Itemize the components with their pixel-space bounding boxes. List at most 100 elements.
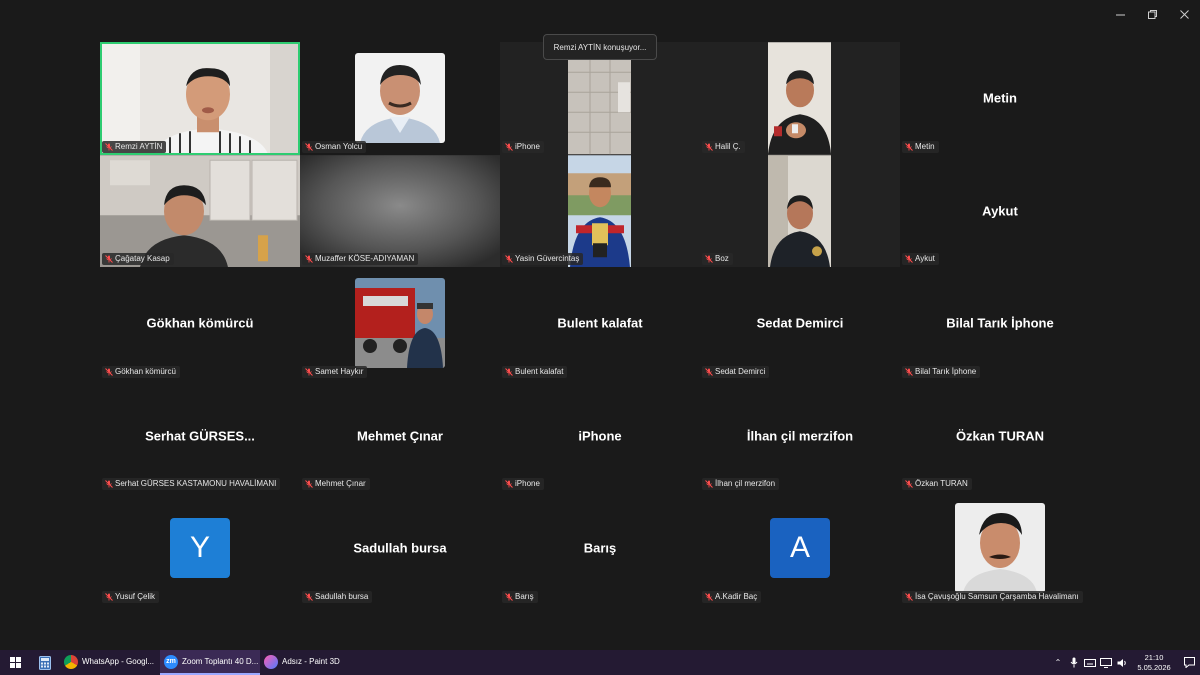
participant-name-text: A.Kadir Baç [715, 591, 758, 601]
muted-microphone-icon [905, 255, 913, 263]
participant-video [500, 154, 700, 267]
muted-microphone-icon [305, 367, 313, 376]
muted-microphone-icon [705, 480, 713, 488]
microphone-tray-button[interactable] [1066, 650, 1082, 675]
avatar: A [770, 518, 830, 578]
participant-tile-sadullah-bursa[interactable]: Sadullah bursa Sadullah bursa [300, 492, 500, 605]
microphone-icon [1070, 657, 1078, 668]
participant-display-name: Barış [583, 540, 617, 556]
muted-microphone-icon [705, 592, 713, 601]
participant-video [700, 42, 900, 155]
participant-tile-halil-c[interactable]: Halil Ç. [700, 42, 900, 155]
participant-name-text: Osman Yolcu [315, 141, 363, 151]
participant-name-text: Yasin Güvercintaş [515, 254, 580, 263]
participant-tile-ilhan-cil-merzifon[interactable]: İlhan çil merzifon İlhan çil merzifon [700, 379, 900, 492]
participant-tile-baris[interactable]: Barış Barış [500, 492, 700, 605]
muted-microphone-icon [505, 592, 513, 601]
participant-tile-yusuf-celik[interactable]: Y Yusuf Çelik [100, 492, 300, 605]
participant-name-text: Aykut [915, 254, 935, 263]
close-button[interactable] [1168, 0, 1200, 28]
participant-tile-boz[interactable]: Boz [700, 154, 900, 267]
system-tray: ⌃ 21:10 5.05.2026 [1050, 650, 1200, 675]
participant-tile-iphone[interactable]: iPhone iPhone [500, 379, 700, 492]
participant-name-label: Yasin Güvercintaş [502, 253, 584, 265]
participant-name-label: Yusuf Çelik [102, 590, 160, 603]
participant-tile-a-kadir-bac[interactable]: A A.Kadir Baç [700, 492, 900, 605]
muted-microphone-icon [105, 367, 113, 376]
zoom-icon: zm [164, 654, 178, 669]
participant-name-label: Serhat GÜRSES KASTAMONU HAVALİMANI [102, 478, 281, 490]
taskbar-app-adsiz-paint-3d[interactable]: Adsız - Paint 3D [260, 650, 360, 675]
participant-name-label: Remzi AYTİN [102, 140, 167, 153]
taskbar-app-zoom-toplanti-40-d[interactable]: zm Zoom Toplantı 40 D... [160, 650, 260, 675]
tray-overflow-button[interactable]: ⌃ [1050, 650, 1066, 675]
participant-name-text: Mehmet Çınar [315, 479, 366, 488]
muted-microphone-icon [505, 367, 513, 376]
participant-tile-muzaffer-kose-adiyaman[interactable]: Muzaffer KÖSE-ADIYAMAN [300, 154, 500, 267]
muted-microphone-icon [105, 142, 113, 151]
participant-tile-osman-yolcu[interactable]: Osman Yolcu [300, 42, 500, 155]
participant-name-label: iPhone [502, 140, 544, 153]
participant-name-label: Özkan TURAN [902, 478, 972, 490]
volume-tray-button[interactable] [1114, 650, 1130, 675]
network-tray-button[interactable] [1098, 650, 1114, 675]
minimize-button[interactable] [1104, 0, 1136, 28]
participant-name-label: Metin [902, 140, 939, 153]
restore-button[interactable] [1136, 0, 1168, 28]
participant-tile-remzi-aytin[interactable]: Remzi AYTİN [100, 42, 300, 155]
muted-microphone-icon [705, 367, 713, 376]
participant-tile-aykut[interactable]: Aykut Aykut [900, 154, 1100, 267]
participant-name-text: Remzi AYTİN [115, 141, 163, 151]
participant-photo [355, 53, 445, 143]
muted-microphone-icon [905, 142, 913, 151]
minimize-icon [1115, 14, 1125, 15]
muted-microphone-icon [505, 255, 513, 263]
participant-display-name: Özkan TURAN [955, 428, 1045, 444]
participant-name-label: Barış [502, 590, 538, 603]
participant-name-label: A.Kadir Baç [702, 590, 762, 603]
close-icon [1179, 9, 1189, 19]
participant-video [100, 42, 300, 155]
participant-tile-yasin-guvercintas[interactable]: Yasin Güvercintaş [500, 154, 700, 267]
participant-tile-serhat-gurses-kastamonu-havalimani[interactable]: Serhat GÜRSES... Serhat GÜRSES KASTAMONU … [100, 379, 300, 492]
notifications-button[interactable] [1178, 650, 1200, 675]
participant-tile-gokhan-komurcu[interactable]: Gökhan kömürcü Gökhan kömürcü [100, 267, 300, 380]
notification-icon [1183, 657, 1195, 668]
participant-display-name: Mehmet Çınar [357, 428, 443, 444]
taskbar-clock[interactable]: 21:10 5.05.2026 [1130, 653, 1178, 673]
muted-microphone-icon [705, 255, 713, 263]
participant-display-name: Aykut [982, 203, 1018, 219]
participant-name-label: Çağatay Kasap [102, 253, 174, 265]
keyboard-tray-button[interactable] [1082, 650, 1098, 675]
participant-display-name: Metin [983, 90, 1017, 106]
windows-logo-icon [9, 657, 21, 668]
start-button[interactable] [0, 650, 30, 675]
participant-name-text: Bulent kalafat [515, 366, 564, 376]
calculator-taskbar-button[interactable] [30, 650, 60, 675]
participant-video [700, 154, 900, 267]
participant-tile-mehmet-cinar[interactable]: Mehmet Çınar Mehmet Çınar [300, 379, 500, 492]
participant-tile-samet-haykir[interactable]: Samet Haykır [300, 267, 500, 380]
taskbar-apps: WhatsApp - Googl... zm Zoom Toplantı 40 D.… [60, 650, 360, 675]
participant-tile-isa-cavusoglu-samsun-carsamba-havalimani[interactable]: İsa Çavuşoğlu Samsun Çarşamba Havalimanı [900, 492, 1100, 605]
zoom-meeting-window: Remzi AYTİN konuşuyor... Remzi AYTİN Osma… [0, 0, 1200, 675]
participant-name-label: Mehmet Çınar [302, 478, 370, 490]
participant-name-text: Muzaffer KÖSE-ADIYAMAN [315, 254, 415, 263]
participant-photo [355, 278, 445, 368]
participant-name-text: İsa Çavuşoğlu Samsun Çarşamba Havalimanı [915, 591, 1079, 601]
restore-icon [1147, 9, 1157, 19]
participant-tile-bulent-kalafat[interactable]: Bulent kalafat Bulent kalafat [500, 267, 700, 380]
clock-time: 21:10 [1144, 652, 1164, 662]
participant-photo [955, 503, 1045, 593]
taskbar-app-whatsapp-googl[interactable]: WhatsApp - Googl... [60, 650, 160, 675]
window-controls [1104, 0, 1200, 28]
participant-name-text: Özkan TURAN [915, 479, 968, 488]
participant-tile-bilal-tarik-iphone[interactable]: Bilal Tarık İphone Bilal Tarık İphone [900, 267, 1100, 380]
participant-tile-sedat-demirci[interactable]: Sedat Demirci Sedat Demirci [700, 267, 900, 380]
participant-tile-cagatay-kasap[interactable]: Çağatay Kasap [100, 154, 300, 267]
participant-video [300, 154, 500, 267]
participant-display-name: Serhat GÜRSES... [145, 428, 255, 444]
participant-tile-metin[interactable]: Metin Metin [900, 42, 1100, 155]
participant-video [100, 154, 300, 267]
participant-tile-ozkan-turan[interactable]: Özkan TURAN Özkan TURAN [900, 379, 1100, 492]
